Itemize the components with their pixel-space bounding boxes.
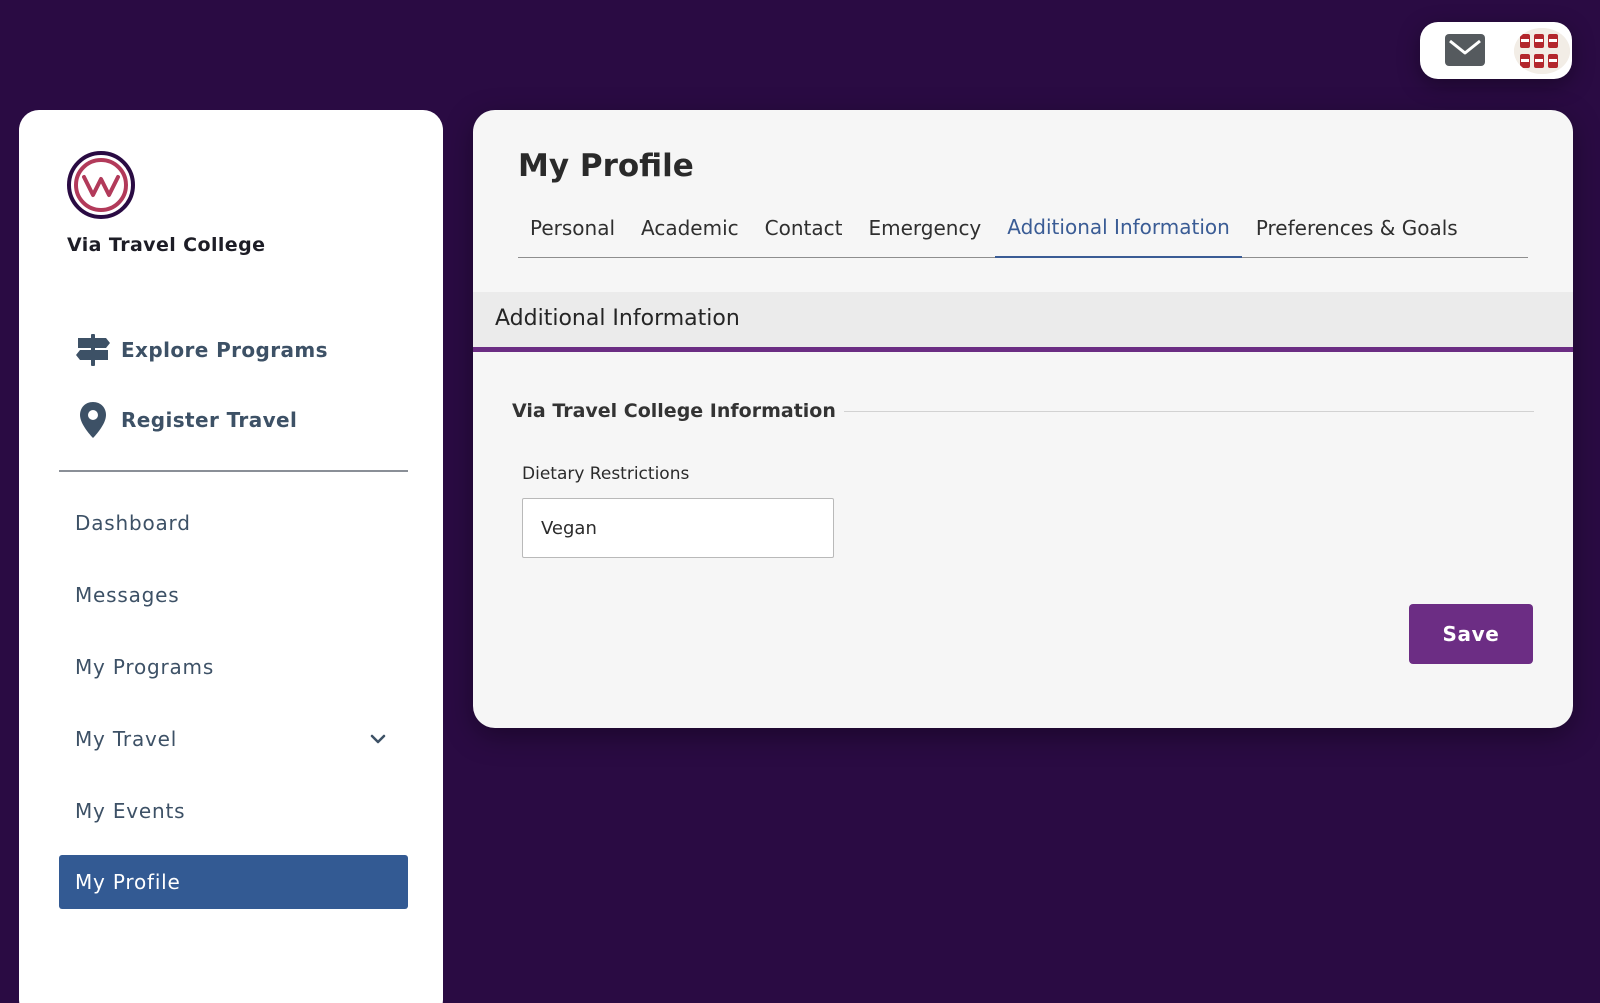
tab-personal[interactable]: Personal [518, 198, 627, 258]
sidebar-item-label: My Events [75, 799, 186, 823]
sidebar-divider [59, 470, 408, 472]
sidebar-item-my-programs[interactable]: My Programs [59, 640, 408, 694]
signpost-icon [73, 330, 113, 370]
tab-contact[interactable]: Contact [753, 198, 855, 258]
college-logo[interactable] [67, 151, 135, 219]
save-button[interactable]: Save [1409, 604, 1533, 664]
explore-programs-label: Explore Programs [121, 338, 328, 362]
sidebar-item-messages[interactable]: Messages [59, 568, 408, 622]
sidebar-item-my-travel[interactable]: My Travel [59, 712, 408, 766]
header-utility-bar [1420, 22, 1572, 79]
envelope-icon[interactable] [1444, 32, 1486, 68]
tab-preferences-goals[interactable]: Preferences & Goals [1244, 198, 1470, 258]
tab-emergency[interactable]: Emergency [856, 198, 993, 258]
chevron-down-icon[interactable] [368, 729, 388, 749]
map-pin-icon [73, 400, 113, 440]
explore-programs-link[interactable]: Explore Programs [73, 330, 328, 370]
sidebar-item-label: Messages [75, 583, 180, 607]
page-title: My Profile [518, 148, 694, 184]
fieldset-rule [843, 410, 1534, 412]
dietary-restrictions-label: Dietary Restrictions [522, 464, 690, 484]
sidebar-item-label: My Programs [75, 655, 215, 679]
avatar[interactable] [1514, 28, 1570, 74]
fieldset-legend-text: Via Travel College Information [512, 400, 836, 422]
fieldset-legend: Via Travel College Information [512, 396, 1534, 426]
tab-additional-information[interactable]: Additional Information [995, 198, 1242, 258]
sidebar-item-my-events[interactable]: My Events [59, 784, 408, 838]
sidebar-item-dashboard[interactable]: Dashboard [59, 496, 408, 550]
profile-tabs: Personal Academic Contact Emergency Addi… [518, 198, 1528, 258]
sidebar: Via Travel College Explore Programs Regi… [19, 110, 443, 1003]
section-title: Additional Information [495, 306, 740, 331]
profile-card: My Profile Personal Academic Contact Eme… [473, 110, 1573, 728]
college-name: Via Travel College [67, 234, 266, 256]
sidebar-item-label: My Profile [75, 870, 181, 894]
sidebar-item-label: My Travel [75, 727, 178, 751]
dietary-restrictions-field[interactable] [522, 498, 834, 558]
tab-academic[interactable]: Academic [629, 198, 751, 258]
register-travel-link[interactable]: Register Travel [73, 400, 297, 440]
section-header: Additional Information [473, 292, 1573, 352]
register-travel-label: Register Travel [121, 408, 298, 432]
sidebar-item-label: Dashboard [75, 511, 191, 535]
sidebar-item-my-profile[interactable]: My Profile [59, 855, 408, 909]
